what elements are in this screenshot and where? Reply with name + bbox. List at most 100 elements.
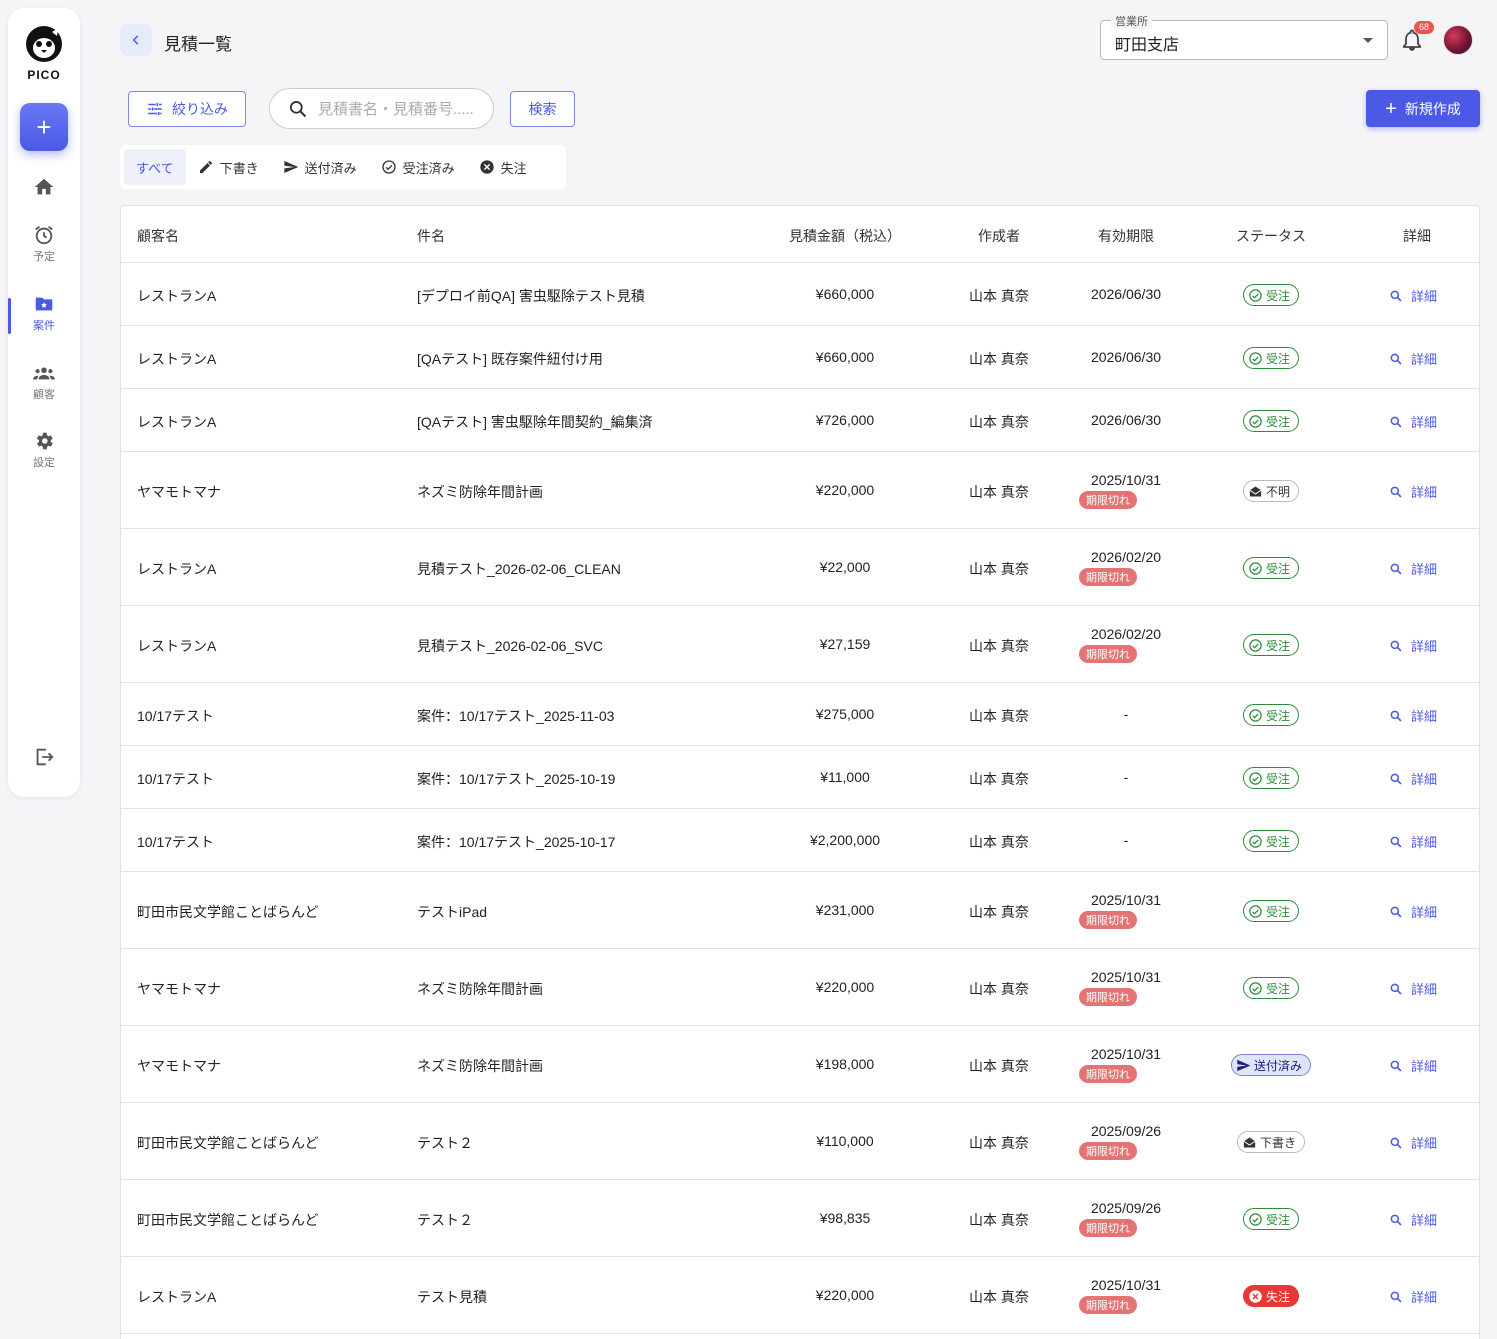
table-row[interactable]: ヤマモトマナ ネズミ防除年間計画 ¥198,000 山本 真奈 2025/10/… bbox=[121, 1026, 1479, 1103]
expiry-date: 2025/10/31 bbox=[1090, 1277, 1162, 1293]
detail-link[interactable]: 詳細 bbox=[1389, 1210, 1437, 1229]
quick-create-button[interactable]: + bbox=[20, 103, 68, 151]
status-label: 受注 bbox=[1265, 1212, 1290, 1227]
sidebar-item-schedule[interactable]: 予定 bbox=[8, 224, 80, 264]
table-row[interactable]: レストランA 見積テスト_2026-02-06_SVC ¥27,159 山本 真… bbox=[121, 606, 1479, 683]
detail-link[interactable]: 詳細 bbox=[1389, 1133, 1437, 1152]
detail-link-label: 詳細 bbox=[1411, 1290, 1438, 1305]
expiry-date: 2025/10/31 bbox=[1090, 472, 1162, 488]
table-row[interactable]: レストランA [QAテスト] 既存案件紐付け用 ¥660,000 山本 真奈 2… bbox=[121, 326, 1479, 389]
sidebar-item-home[interactable] bbox=[8, 176, 80, 198]
table-row[interactable]: レストランA 見積テスト_2026-02-06_CLEAN ¥22,000 山本… bbox=[121, 529, 1479, 606]
detail-link[interactable]: 詳細 bbox=[1389, 636, 1437, 655]
status-badge: 受注 bbox=[1242, 704, 1299, 726]
branch-select[interactable]: 営業所 町田支店 bbox=[1100, 13, 1388, 60]
check-circle-icon bbox=[1249, 904, 1262, 918]
tune-icon bbox=[148, 103, 162, 115]
logout-button[interactable] bbox=[8, 746, 80, 768]
detail-link-label: 詳細 bbox=[1411, 982, 1438, 997]
detail-link[interactable]: 詳細 bbox=[1389, 706, 1437, 725]
status-badge: 受注 bbox=[1242, 347, 1299, 369]
detail-link-label: 詳細 bbox=[1411, 772, 1438, 787]
detail-link[interactable]: 詳細 bbox=[1389, 482, 1437, 501]
search-box[interactable] bbox=[269, 88, 494, 129]
table-row[interactable]: ヤマモトマナ ネズミ防除年間計画 ¥220,000 山本 真奈 2025/10/… bbox=[121, 949, 1479, 1026]
expiry-cell: 2026/02/20 期限切れ bbox=[1066, 549, 1186, 586]
table-row[interactable]: 10/17テスト 案件：10/17テスト_2025-10-17 ¥2,200,0… bbox=[121, 809, 1479, 872]
expiry-cell: 2026/06/30 bbox=[1066, 412, 1186, 428]
expired-badge: 期限切れ bbox=[1079, 1296, 1137, 1314]
amount: ¥220,000 bbox=[815, 482, 875, 498]
sidebar-item-projects[interactable]: 案件 bbox=[8, 293, 80, 333]
caret-down-icon bbox=[1363, 38, 1373, 43]
tab-lost[interactable]: 失注 bbox=[467, 149, 539, 185]
new-estimate-button[interactable]: + 新規作成 bbox=[1366, 90, 1480, 127]
pencil-icon bbox=[199, 161, 212, 173]
expired-badge: 期限切れ bbox=[1079, 1142, 1137, 1160]
table-row[interactable]: レストランA [QAテスト] 害虫駆除年間契約_編集済 ¥726,000 山本 … bbox=[121, 389, 1479, 452]
expiry-cell: 2025/10/31 期限切れ bbox=[1066, 1277, 1186, 1314]
author: 山本 真奈 bbox=[969, 1212, 1029, 1228]
author: 山本 真奈 bbox=[969, 981, 1029, 997]
detail-link[interactable]: 詳細 bbox=[1389, 832, 1437, 851]
search-icon bbox=[1390, 983, 1402, 995]
detail-link-label: 詳細 bbox=[1411, 835, 1438, 850]
status-badge: 失注 bbox=[1242, 1285, 1299, 1307]
detail-link-label: 詳細 bbox=[1411, 1213, 1438, 1228]
table-row[interactable]: 10/17テスト 案件：10/17テスト_2025-10-19 ¥11,000 … bbox=[121, 746, 1479, 809]
detail-link[interactable]: 詳細 bbox=[1389, 286, 1437, 305]
folder-star-icon bbox=[35, 297, 53, 311]
detail-link[interactable]: 詳細 bbox=[1389, 979, 1437, 998]
avatar[interactable] bbox=[1443, 25, 1473, 55]
detail-link[interactable]: 詳細 bbox=[1389, 902, 1437, 921]
customer-name: レストランA bbox=[137, 1289, 217, 1305]
sidebar-item-customers[interactable]: 顧客 bbox=[8, 362, 80, 402]
expiry-cell: - bbox=[1066, 706, 1186, 722]
tab-sent[interactable]: 送付済み bbox=[271, 149, 369, 185]
table-row[interactable]: ヤマモトマナ ネズミ防除年間計画 ¥220,000 山本 真奈 2025/10/… bbox=[121, 452, 1479, 529]
detail-link-label: 詳細 bbox=[1411, 709, 1438, 724]
customer-name: 町田市民文学館ことばらんど bbox=[137, 1135, 319, 1151]
page-title: 見積一覧 bbox=[164, 35, 232, 54]
amount: ¥11,000 bbox=[820, 769, 870, 785]
detail-link[interactable]: 詳細 bbox=[1389, 1056, 1437, 1075]
amount: ¥2,200,000 bbox=[809, 832, 881, 848]
subject: テスト２ bbox=[417, 1135, 473, 1151]
tab-draft[interactable]: 下書き bbox=[186, 149, 271, 185]
search-input[interactable] bbox=[318, 97, 488, 121]
detail-link[interactable]: 詳細 bbox=[1389, 1287, 1437, 1306]
table-row[interactable]: 10/17テスト 案件：10/17テスト_2025-11-03 ¥275,000… bbox=[121, 683, 1479, 746]
detail-link[interactable]: 詳細 bbox=[1389, 769, 1437, 788]
search-icon bbox=[1390, 416, 1402, 428]
back-button[interactable] bbox=[120, 24, 152, 56]
sidebar-item-label: 案件 bbox=[33, 320, 55, 332]
detail-link[interactable]: 詳細 bbox=[1389, 412, 1437, 431]
subject: 見積テスト_2026-02-06_CLEAN bbox=[417, 561, 621, 577]
table-row[interactable]: 町田市民文学館ことばらんど テスト２ ¥98,835 山本 真奈 2025/09… bbox=[121, 1180, 1479, 1257]
table-row[interactable]: 町田市民文学館ことばらんど テスト２ ¥110,000 山本 真奈 2025/0… bbox=[121, 1103, 1479, 1180]
sidebar-item-settings[interactable]: 設定 bbox=[8, 430, 80, 470]
table-row[interactable]: レストランA [デプロイ前QA] 害虫駆除テスト見積 ¥660,000 山本 真… bbox=[121, 263, 1479, 326]
status-cell: 受注 bbox=[1211, 410, 1331, 432]
status-cell: 失注 bbox=[1211, 1285, 1331, 1307]
check-circle-icon bbox=[1249, 561, 1262, 575]
logo-text: PICO bbox=[27, 68, 61, 82]
check-circle-icon bbox=[1249, 638, 1262, 652]
table-row[interactable]: レストランA テスト見積 ¥220,000 山本 真奈 2025/10/31 期限… bbox=[121, 1257, 1479, 1334]
tab-ordered[interactable]: 受注済み bbox=[369, 149, 467, 185]
search-button[interactable]: 検索 bbox=[510, 91, 575, 127]
author: 山本 真奈 bbox=[969, 1289, 1029, 1305]
expired-badge: 期限切れ bbox=[1079, 988, 1137, 1006]
detail-link[interactable]: 詳細 bbox=[1389, 559, 1437, 578]
filter-button[interactable]: 絞り込み bbox=[128, 91, 246, 127]
column-header-subject: 件名 bbox=[417, 228, 445, 244]
author: 山本 真奈 bbox=[969, 834, 1029, 850]
amount: ¥198,000 bbox=[815, 1056, 875, 1072]
sidebar-item-label: 顧客 bbox=[33, 389, 55, 401]
cancel-circle-icon bbox=[1249, 1289, 1262, 1303]
expiry-cell: 2025/09/26 期限切れ bbox=[1066, 1123, 1186, 1160]
check-circle-icon bbox=[1249, 708, 1262, 722]
table-row[interactable]: 町田市民文学館ことばらんど テストiPad ¥231,000 山本 真奈 202… bbox=[121, 872, 1479, 949]
detail-link[interactable]: 詳細 bbox=[1389, 349, 1437, 368]
tab-all[interactable]: すべて bbox=[124, 149, 186, 185]
